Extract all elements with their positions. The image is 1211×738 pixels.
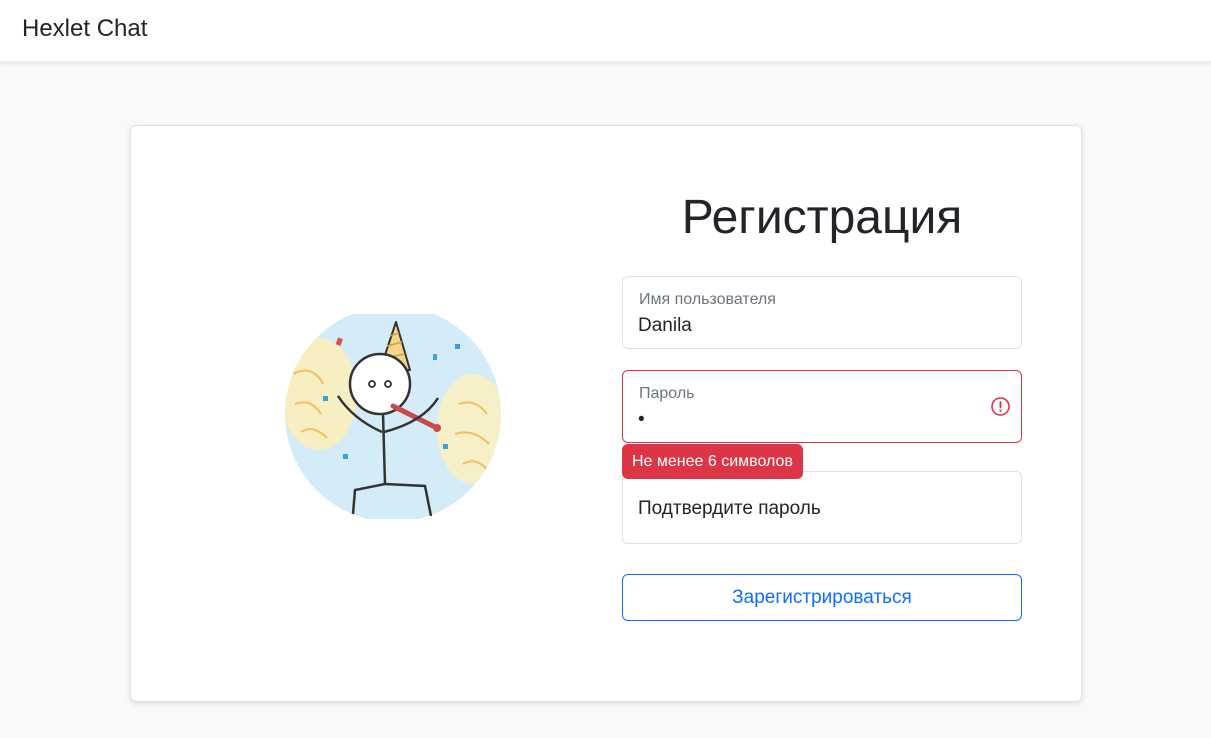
- confirm-password-field[interactable]: [622, 471, 1022, 544]
- username-input[interactable]: [638, 313, 978, 339]
- page-title: Регистрация: [681, 191, 963, 244]
- password-error-tooltip: Не менее 6 символов: [622, 444, 803, 479]
- password-field[interactable]: Пароль: [622, 370, 1022, 443]
- exclamation-circle-icon: [991, 397, 1010, 416]
- username-field[interactable]: Имя пользователя: [622, 276, 1022, 349]
- password-input[interactable]: [638, 407, 978, 433]
- confirm-password-input[interactable]: [638, 496, 978, 522]
- username-label: Имя пользователя: [639, 291, 776, 308]
- brand-link[interactable]: Hexlet Chat: [22, 14, 147, 44]
- password-label: Пароль: [639, 385, 695, 402]
- signup-card: Регистрация Имя пользователя Пароль Не м…: [130, 125, 1082, 702]
- register-button[interactable]: Зарегистрироваться: [622, 574, 1022, 621]
- navbar: Hexlet Chat: [0, 0, 1211, 62]
- party-stickman-illustration: [285, 314, 501, 519]
